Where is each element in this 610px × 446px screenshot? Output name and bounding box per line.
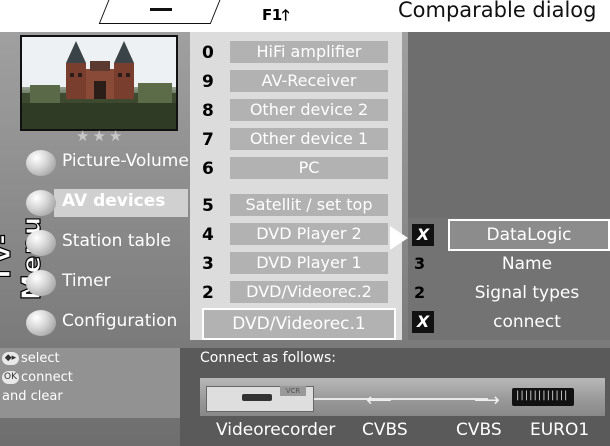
device-row[interactable]: 0 HiFi amplifier bbox=[190, 40, 402, 66]
signal-left-label: CVBS bbox=[362, 420, 408, 440]
menu-item-label: Station table bbox=[62, 231, 171, 251]
f1-label: F1 bbox=[262, 6, 282, 24]
menu-item-station-table[interactable]: Station table bbox=[26, 226, 192, 260]
rating-stars: ★★★ bbox=[76, 127, 126, 145]
device-number: 7 bbox=[202, 130, 214, 150]
device-row[interactable]: 6 PC bbox=[190, 156, 402, 182]
device-label: HiFi amplifier bbox=[230, 41, 388, 63]
device-label: Satellit / set top bbox=[230, 194, 388, 216]
menu-item-configuration[interactable]: Configuration bbox=[26, 306, 192, 340]
device-label: PC bbox=[230, 157, 388, 179]
vcr-slot-icon bbox=[242, 394, 272, 401]
device-number: 4 bbox=[202, 225, 214, 245]
option-label: connect bbox=[493, 312, 561, 332]
menu-ball-icon bbox=[26, 230, 56, 256]
help-box: ◆▸ select OK connect and clear bbox=[0, 348, 180, 418]
menu-ball-icon bbox=[26, 270, 56, 296]
device-row[interactable]: 5 Satellit / set top bbox=[190, 193, 402, 219]
arrow-left-icon: ⟵ bbox=[366, 390, 392, 411]
options-panel-top bbox=[408, 32, 610, 218]
option-signal-types[interactable]: 2 Signal types bbox=[408, 279, 610, 307]
menu-item-label: Timer bbox=[62, 271, 111, 291]
device-label: DVD/Videorec.1 bbox=[202, 308, 396, 340]
help-clear-text: and clear bbox=[2, 389, 63, 404]
menu-item-av-devices[interactable]: AV devices bbox=[26, 186, 192, 220]
help-select-text: select bbox=[21, 351, 60, 366]
pointer-arrow-icon bbox=[390, 226, 408, 250]
option-datalogic[interactable]: X DataLogic bbox=[408, 219, 610, 251]
ok-button-icon: OK bbox=[2, 371, 19, 384]
device-label: Other device 1 bbox=[230, 128, 388, 150]
device-number: 2 bbox=[202, 283, 214, 303]
help-connect-text: connect bbox=[21, 370, 73, 385]
device-row[interactable]: 4 DVD Player 2 bbox=[190, 222, 402, 248]
device-label: DVD Player 2 bbox=[230, 223, 388, 245]
connection-title: Connect as follows: bbox=[200, 350, 336, 366]
option-key: 2 bbox=[414, 283, 426, 302]
menu-item-label: Picture-Volume bbox=[62, 151, 189, 171]
device-label: DVD Player 1 bbox=[230, 252, 388, 274]
device-number: 3 bbox=[202, 254, 214, 274]
device-label: DVD/Videorec.2 bbox=[230, 281, 388, 303]
navigate-icon: ◆▸ bbox=[2, 352, 19, 365]
device-row[interactable]: 7 Other device 1 bbox=[190, 127, 402, 153]
device-number: 6 bbox=[202, 159, 214, 179]
f1-key-hint: F1🡑 bbox=[262, 5, 290, 30]
device-number: 8 bbox=[202, 101, 214, 121]
device-list: 0 HiFi amplifier 9 AV-Receiver 8 Other d… bbox=[190, 32, 402, 340]
menu-ball-icon bbox=[26, 150, 56, 176]
menu-ball-icon bbox=[26, 190, 56, 216]
callout-shape bbox=[98, 0, 230, 24]
option-key: 3 bbox=[414, 254, 426, 273]
menu-item-picture-volume[interactable]: Picture-Volume bbox=[26, 146, 192, 180]
device-number: 9 bbox=[202, 72, 214, 92]
device-number: 5 bbox=[202, 196, 214, 216]
menu-ball-icon bbox=[26, 310, 56, 336]
device-name-label: Videorecorder bbox=[216, 420, 336, 440]
preview-image bbox=[20, 35, 178, 131]
vcr-tag: VCR bbox=[280, 386, 306, 396]
option-connect[interactable]: X connect bbox=[408, 308, 610, 336]
device-row[interactable]: 3 DVD Player 1 bbox=[190, 251, 402, 277]
arrow-right-icon: ⟶ bbox=[474, 390, 500, 411]
socket-label: EURO1 bbox=[530, 420, 590, 440]
device-row-selected[interactable]: DVD/Videorec.1 bbox=[190, 308, 402, 340]
device-row[interactable]: 2 DVD/Videorec.2 bbox=[190, 280, 402, 306]
help-ok-row: OK connect bbox=[2, 370, 73, 385]
option-label: Name bbox=[501, 254, 553, 274]
connection-cable bbox=[310, 398, 488, 400]
option-label: Signal types bbox=[474, 283, 580, 303]
city-gate-illustration bbox=[22, 37, 176, 129]
menu-item-label: Configuration bbox=[62, 311, 178, 331]
up-arrow-icon: 🡑 bbox=[281, 6, 290, 24]
option-name[interactable]: 3 Name bbox=[408, 250, 610, 278]
option-label: DataLogic bbox=[448, 219, 610, 251]
check-x-icon: X bbox=[412, 224, 434, 246]
help-clear-row: and clear bbox=[2, 389, 63, 404]
help-select-row: ◆▸ select bbox=[2, 351, 60, 366]
check-x-icon: X bbox=[412, 311, 434, 333]
menu-item-timer[interactable]: Timer bbox=[26, 266, 192, 300]
signal-right-label: CVBS bbox=[456, 420, 502, 440]
device-number: 0 bbox=[202, 43, 214, 63]
device-row[interactable]: 8 Other device 2 bbox=[190, 98, 402, 124]
menu-item-label: AV devices bbox=[62, 191, 166, 211]
scart-pins: |||||||||||| bbox=[516, 390, 569, 401]
device-label: AV-Receiver bbox=[230, 70, 388, 92]
page-caption: Comparable dialog bbox=[398, 0, 597, 22]
device-row[interactable]: 9 AV-Receiver bbox=[190, 69, 402, 95]
callout-dash bbox=[150, 8, 172, 11]
device-label: Other device 2 bbox=[230, 99, 388, 121]
